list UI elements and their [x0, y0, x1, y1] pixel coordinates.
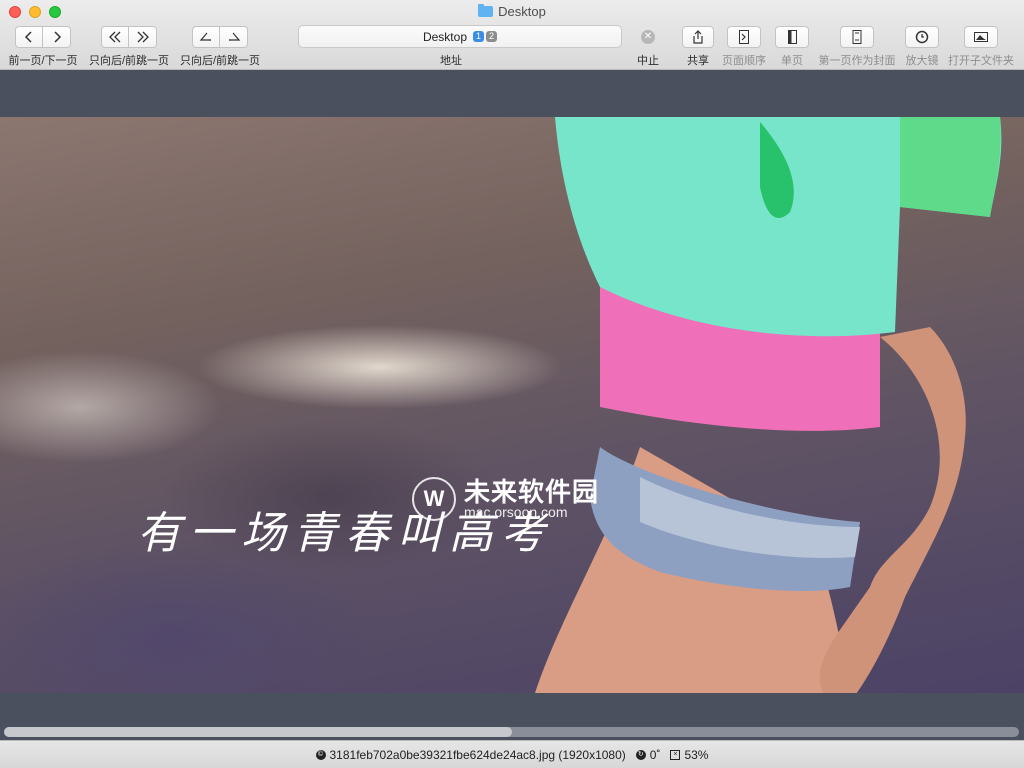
address-field[interactable]: Desktop 1 2 [298, 25, 622, 48]
scrollbar-thumb[interactable] [4, 727, 512, 737]
open-subfolder-label: 打开子文件夹 [948, 55, 1014, 67]
jump-back-button[interactable] [101, 26, 129, 48]
page-badge-2[interactable]: 2 [486, 31, 498, 42]
single-page-icon [788, 30, 797, 44]
page-order-icon [739, 30, 749, 44]
double-chevron-left-icon [109, 31, 121, 43]
photo-caption: 有一场青春叫高考 [137, 508, 553, 559]
share-label: 共享 [687, 55, 709, 67]
step-back-icon [199, 32, 211, 41]
page-badge-1[interactable]: 1 [473, 31, 485, 42]
toolbar: Desktop 前一页/下一页 只向后/前跳一页 只向后/前跳一页 Deskto… [0, 0, 1024, 70]
single-page-label: 单页 [781, 55, 803, 67]
horizontal-scrollbar[interactable] [4, 727, 1019, 737]
window-title: Desktop [0, 3, 1024, 21]
share-button[interactable] [682, 26, 714, 48]
prev-next-label: 前一页/下一页 [8, 55, 78, 67]
zoom-icon: × [670, 749, 681, 760]
step-forward-button[interactable] [220, 26, 248, 48]
prev-page-button[interactable] [15, 26, 43, 48]
next-page-button[interactable] [43, 26, 71, 48]
folder-icon [478, 4, 494, 17]
page-order-label: 页面顺序 [722, 55, 766, 67]
file-info-icon: © [315, 749, 326, 760]
magnifier-button[interactable] [905, 26, 939, 48]
step-forward-icon [228, 32, 240, 41]
image-viewer[interactable]: W 未来软件园 mac.orsoon.com 有一场青春叫高考 [0, 70, 1024, 738]
jump-back-label: 只向后/前跳一页 [88, 55, 170, 67]
jump-forward-label: 只向后/前跳一页 [179, 55, 261, 67]
jump-forward-button[interactable] [129, 26, 157, 48]
status-bar: © 3181feb702a0be39321fbe624de24ac8.jpg (… [0, 740, 1024, 768]
rotation-icon: ↻ [635, 749, 646, 760]
single-page-button[interactable] [775, 26, 809, 48]
status-zoom: 53% [684, 747, 709, 762]
cover-page-icon [852, 30, 862, 44]
step-back-button[interactable] [192, 26, 220, 48]
chevron-left-icon [24, 31, 32, 43]
address-text: Desktop [422, 29, 467, 44]
magnifier-icon [915, 30, 929, 44]
stop-label: 中止 [637, 55, 659, 67]
chevron-right-icon [53, 31, 61, 43]
magnifier-label: 放大镜 [905, 55, 939, 67]
stop-icon[interactable]: ✕ [641, 30, 655, 44]
first-page-cover-label: 第一页作为封面 [818, 55, 896, 67]
open-subfolder-button[interactable] [964, 26, 998, 48]
image-folder-icon [974, 32, 988, 42]
share-icon [693, 30, 703, 44]
status-filename: 3181feb702a0be39321fbe624de24ac8.jpg (19… [329, 747, 626, 762]
address-label: 地址 [440, 55, 462, 67]
status-rotation: 0˚ [649, 747, 661, 762]
double-chevron-right-icon [137, 31, 149, 43]
first-page-cover-button[interactable] [840, 26, 874, 48]
page-order-button[interactable] [727, 26, 761, 48]
photo: W 未来软件园 mac.orsoon.com 有一场青春叫高考 [0, 117, 1024, 693]
photo-figure [535, 117, 1002, 693]
